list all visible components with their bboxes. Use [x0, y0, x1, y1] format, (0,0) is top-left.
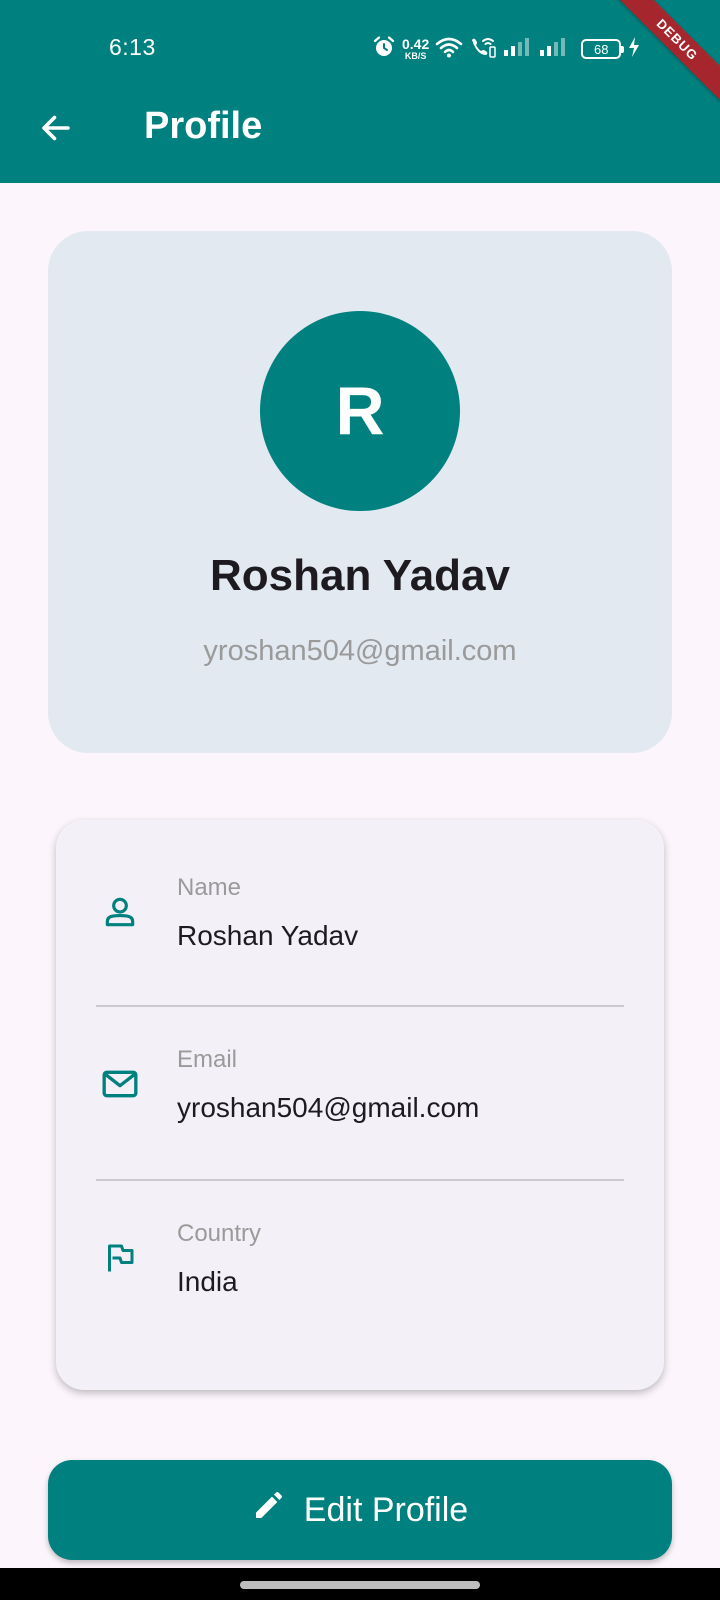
profile-info-card: Name Roshan Yadav Email yroshan504@gmail… — [56, 820, 664, 1390]
avatar-initial: R — [335, 373, 385, 449]
alarm-icon — [372, 35, 396, 64]
profile-header-card: R Roshan Yadav yroshan504@gmail.com — [48, 231, 672, 753]
net-speed-unit: KB/S — [404, 51, 427, 61]
info-row-name: Name Roshan Yadav — [56, 820, 664, 994]
signal-strength-icon — [503, 37, 533, 62]
home-gesture-handle[interactable] — [240, 1581, 480, 1589]
system-nav-bar — [0, 1568, 720, 1600]
info-row-email: Email yroshan504@gmail.com — [56, 992, 664, 1166]
edit-profile-label: Edit Profile — [303, 1490, 469, 1529]
info-label: Email — [177, 1046, 238, 1073]
mail-icon — [98, 1062, 142, 1106]
back-button[interactable] — [32, 104, 80, 152]
info-label: Name — [177, 874, 242, 901]
edit-profile-button[interactable]: Edit Profile — [48, 1460, 672, 1560]
debug-label: DEBUG — [608, 0, 720, 109]
info-value: Roshan Yadav — [177, 920, 359, 951]
info-value: India — [177, 1266, 238, 1297]
profile-name: Roshan Yadav — [210, 551, 510, 600]
page-title: Profile — [144, 105, 263, 147]
wifi-icon — [435, 36, 463, 63]
net-speed: 0.42 KB/S — [402, 37, 429, 61]
profile-email: yroshan504@gmail.com — [203, 635, 517, 667]
info-value: yroshan504@gmail.com — [177, 1092, 480, 1123]
info-row-country: Country India — [56, 1166, 664, 1340]
net-speed-value: 0.42 — [402, 36, 430, 52]
pencil-icon — [252, 1490, 284, 1531]
arrow-back-icon — [42, 115, 70, 141]
signal-strength-2-icon — [539, 37, 569, 62]
flag-icon — [98, 1236, 142, 1280]
avatar: R — [260, 311, 460, 511]
info-label: Country — [177, 1220, 262, 1247]
wifi-calling-icon — [469, 35, 497, 64]
person-icon — [98, 890, 142, 934]
debug-banner: DEBUG — [580, 0, 720, 140]
status-time: 6:13 — [109, 34, 156, 60]
